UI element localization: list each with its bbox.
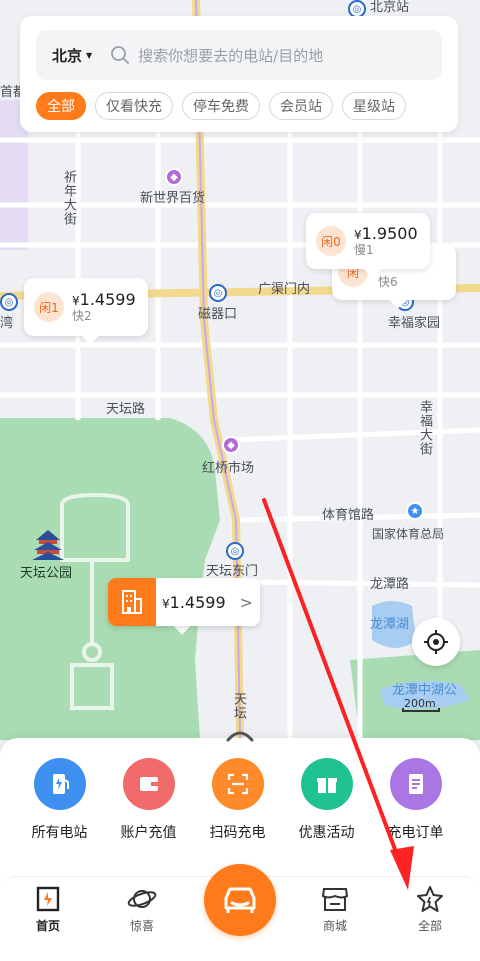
map-label-tian: 天坛 [231, 692, 246, 720]
charging-station-icon [33, 758, 86, 810]
currency-symbol: ¥ [354, 227, 362, 242]
action-all-stations[interactable]: 所有电站 [15, 758, 104, 842]
search-icon [111, 46, 130, 64]
map-label-national-sport: 国家体育总局 [372, 527, 445, 541]
shop-icon [321, 888, 349, 911]
order-list-icon [389, 758, 442, 810]
search-card: 北京 ▼ 搜索你想要去的电站/目的地 全部 仅看快充 停车免费 会员站 星级站 [20, 16, 458, 132]
featured-station-marker[interactable]: ¥1.4599 > [108, 578, 260, 626]
map-label-longtan-road: 龙潭路 [370, 577, 410, 592]
map-label-tiyuguan-road: 体育馆路 [322, 508, 375, 523]
station-fast-count: 快2 [72, 308, 92, 323]
featured-station-price: 1.4599 [169, 592, 226, 612]
map-label-longtan-zhonghu: 龙潭中湖公 [392, 683, 458, 698]
poi-shopping-icon: ◆ [222, 436, 240, 454]
metro-icon: ◎ [209, 284, 227, 302]
poi-government-icon: ★ [406, 502, 424, 520]
map-label-cishikou: 磁器口 [198, 307, 238, 322]
map-label-tiantan-east-gate: 天坛东门 [206, 564, 259, 579]
station-slow-count: 慢1 [354, 242, 374, 257]
map-scale-bar [402, 708, 440, 712]
locate-button[interactable] [412, 618, 460, 666]
currency-symbol: ¥ [72, 293, 80, 308]
filter-chip-free-parking[interactable]: 停车免费 [182, 92, 260, 120]
station-marker[interactable]: 闲0 ¥1.9500 慢1 [306, 213, 430, 269]
car-icon [224, 887, 256, 913]
temple-of-heaven-icon [32, 530, 64, 560]
chevron-right-icon: > [239, 592, 254, 612]
station-price: 1.4599 [79, 289, 136, 309]
map-label-beijing-station: 北京站 [370, 0, 410, 15]
map-label-qinian-street: 祈年大街 [61, 170, 76, 226]
filter-chip-all[interactable]: 全部 [36, 92, 86, 120]
map-label-xingfu-street: 幸福大街 [417, 400, 432, 456]
planet-icon [127, 890, 157, 908]
poi-shopping-icon: ◆ [165, 168, 183, 186]
gift-icon [300, 758, 353, 810]
action-account-recharge[interactable]: 账户充值 [104, 758, 193, 842]
wallet-icon [122, 758, 175, 810]
map-label-new-world: 新世界百货 [140, 191, 206, 206]
caret-down-icon[interactable]: ▼ [86, 51, 92, 60]
station-price: 1.9500 [361, 223, 418, 243]
map-label-tiantan-road: 天坛路 [106, 402, 146, 417]
map-label-wan: 湾 [0, 316, 14, 331]
nav-home[interactable]: 首页 [18, 885, 78, 934]
panel-drag-handle[interactable] [226, 728, 254, 742]
nav-all[interactable]: 全部 [400, 885, 460, 934]
station-fast-count: 快6 [378, 275, 398, 290]
map-label-hongqiao: 红桥市场 [202, 461, 255, 476]
scan-icon [211, 758, 264, 810]
crosshair-icon [424, 630, 448, 654]
map-label-guangqumen: 广渠门内 [258, 282, 311, 297]
map-label-xingfu-home: 幸福家园 [388, 316, 441, 331]
star-icon [417, 886, 443, 912]
action-charging-orders[interactable]: 充电订单 [371, 758, 460, 842]
action-promotions[interactable]: 优惠活动 [282, 758, 371, 842]
nav-surprise[interactable]: 惊喜 [112, 885, 172, 934]
filter-chip-member-station[interactable]: 会员站 [269, 92, 333, 120]
station-idle-badge: 闲1 [34, 292, 64, 322]
nav-mall[interactable]: 商城 [305, 885, 365, 934]
filter-chip-fast-charge[interactable]: 仅看快充 [95, 92, 173, 120]
home-charging-icon [36, 886, 60, 912]
station-idle-badge: 闲0 [316, 226, 346, 256]
action-scan-charge[interactable]: 扫码充电 [193, 758, 282, 842]
building-icon [108, 578, 156, 626]
map-label-temple-of-heaven: 天坛公园 [20, 566, 73, 581]
filter-chips: 全部 仅看快充 停车免费 会员站 星级站 [36, 92, 406, 120]
map-label-longtan-lake: 龙潭湖 [370, 617, 410, 632]
filter-chip-star-station[interactable]: 星级站 [342, 92, 406, 120]
city-selector[interactable]: 北京 [52, 45, 82, 66]
metro-icon: ◎ [226, 542, 244, 560]
search-input[interactable]: 搜索你想要去的电站/目的地 [138, 45, 323, 66]
charge-car-button[interactable] [204, 864, 276, 936]
quick-actions: 所有电站 账户充值 扫码充电 优惠活动 充电订单 [0, 758, 480, 842]
currency-symbol: ¥ [162, 596, 170, 611]
station-marker[interactable]: 闲1 ¥1.4599 快2 [24, 278, 148, 336]
metro-icon: ◎ [0, 293, 18, 311]
search-bar[interactable]: 北京 ▼ 搜索你想要去的电站/目的地 [36, 30, 442, 80]
